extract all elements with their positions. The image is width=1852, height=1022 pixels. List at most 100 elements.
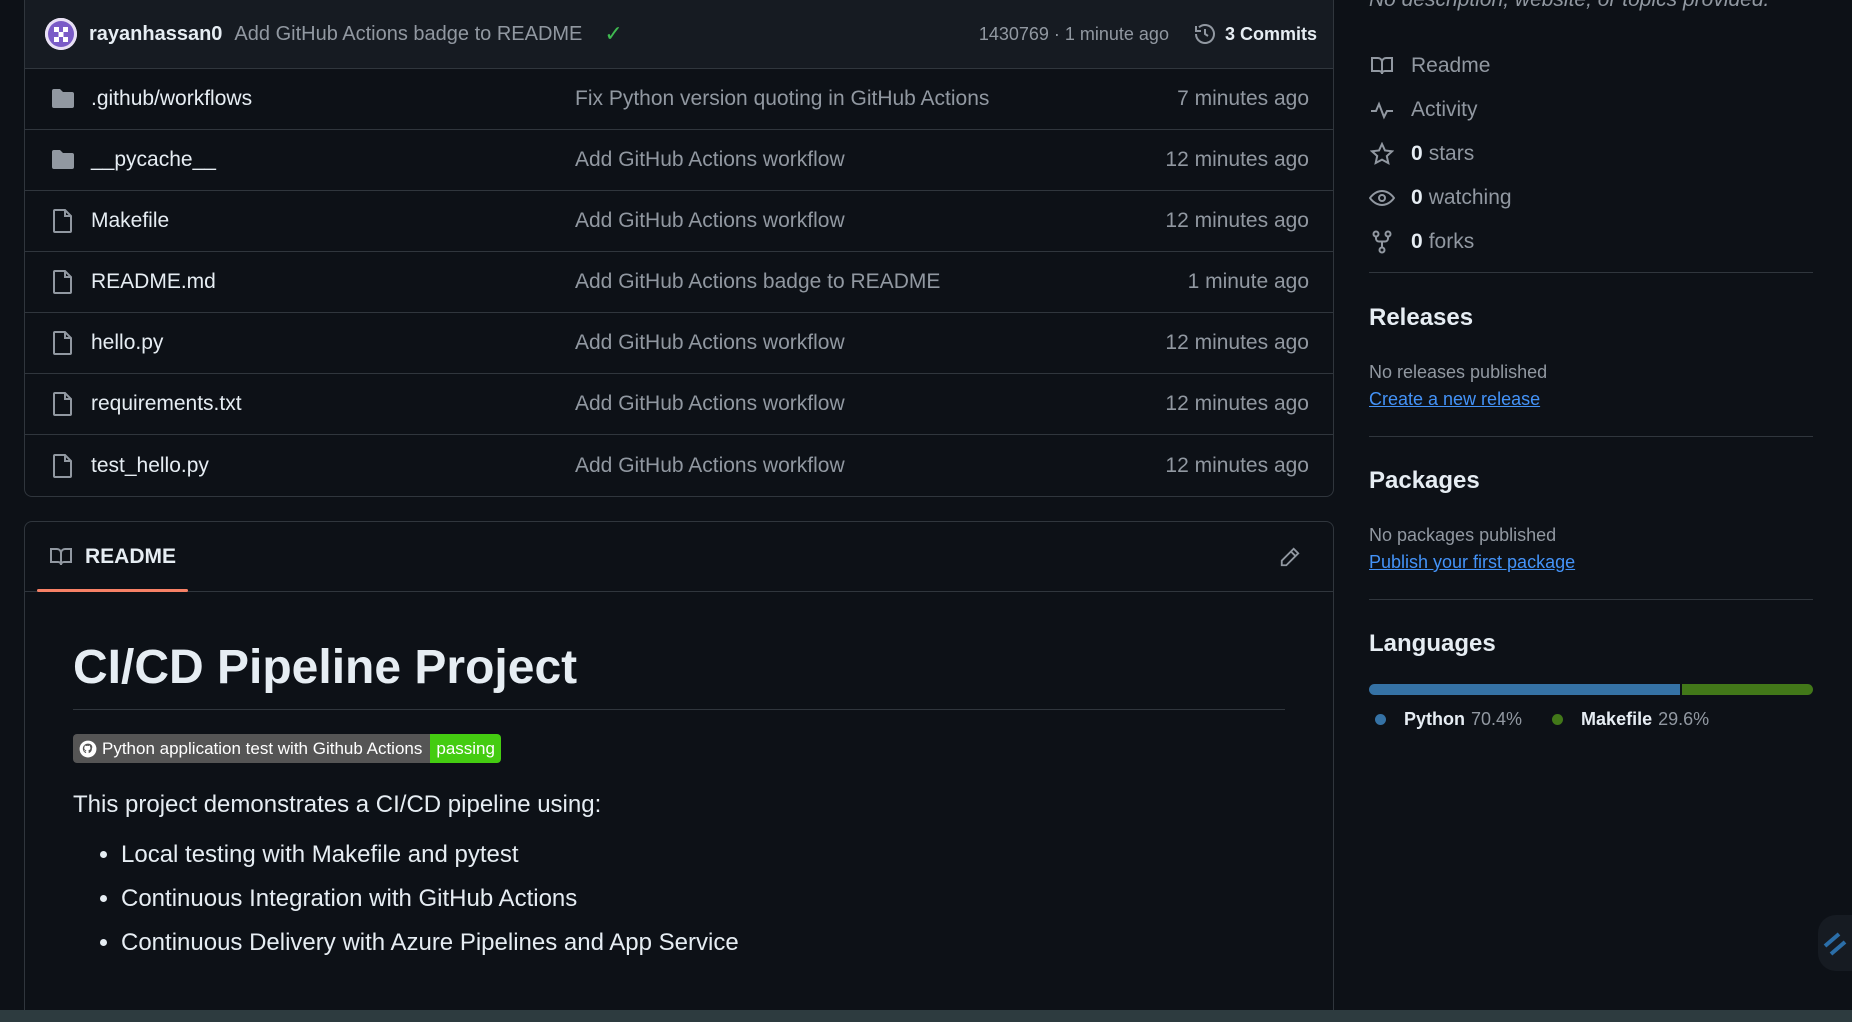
- file-browser: rayanhassan0 Add GitHub Actions badge to…: [24, 0, 1334, 497]
- file-commit-message-link[interactable]: Add GitHub Actions workflow: [575, 148, 1165, 172]
- file-icon: [49, 331, 77, 355]
- list-item: Local testing with Makefile and pytest: [121, 841, 1285, 869]
- file-commit-time: 12 minutes ago: [1165, 209, 1309, 232]
- readme-content: CI/CD Pipeline Project Python applicatio…: [25, 592, 1333, 957]
- file-commit-message-link[interactable]: Add GitHub Actions workflow: [575, 454, 1165, 478]
- badge-label: Python application test with Github Acti…: [102, 738, 423, 758]
- readme-panel: README CI/CD Pipeline Project Python app…: [24, 521, 1334, 1022]
- language-bar-segment[interactable]: [1682, 684, 1813, 695]
- publish-package-link[interactable]: Publish your first package: [1369, 552, 1575, 573]
- folder-icon: [49, 148, 77, 172]
- file-name-link[interactable]: README.md: [91, 270, 575, 294]
- releases-heading[interactable]: Releases: [1369, 304, 1473, 332]
- stripes-icon: [1823, 932, 1847, 956]
- language-dot-icon: [1375, 714, 1386, 725]
- readme-bullet-list: Local testing with Makefile and pytest C…: [73, 841, 1285, 957]
- main-column: rayanhassan0 Add GitHub Actions badge to…: [24, 0, 1334, 1022]
- pencil-icon: [1280, 546, 1300, 566]
- file-name-link[interactable]: .github/workflows: [91, 87, 575, 111]
- readme-link-label: Readme: [1411, 54, 1491, 77]
- stars-link[interactable]: 0 stars: [1369, 132, 1813, 176]
- activity-link[interactable]: Activity: [1369, 88, 1813, 132]
- packages-status: No packages published: [1369, 525, 1557, 545]
- readme-tab-label: README: [85, 544, 177, 568]
- table-row[interactable]: test_hello.py Add GitHub Actions workflow…: [25, 435, 1333, 496]
- table-row[interactable]: hello.py Add GitHub Actions workflow 12 mi…: [25, 313, 1333, 374]
- language-name: Python: [1404, 709, 1465, 729]
- commit-author-link[interactable]: rayanhassan0: [89, 23, 222, 46]
- file-commit-message-link[interactable]: Add GitHub Actions workflow: [575, 209, 1165, 233]
- file-name-link[interactable]: hello.py: [91, 331, 575, 355]
- stars-count: 0: [1411, 142, 1423, 165]
- forks-link[interactable]: 0 forks: [1369, 220, 1813, 264]
- about-links: Readme Activity 0 stars 0 watching 0 for…: [1369, 44, 1813, 264]
- file-commit-time: 12 minutes ago: [1165, 392, 1309, 415]
- languages-bar: [1369, 684, 1813, 695]
- floating-widget-button[interactable]: [1818, 915, 1852, 971]
- latest-commit-bar: rayanhassan0 Add GitHub Actions badge to…: [25, 0, 1333, 69]
- commit-hash-time[interactable]: 1430769 · 1 minute ago: [979, 24, 1169, 45]
- table-row[interactable]: requirements.txt Add GitHub Actions workf…: [25, 374, 1333, 435]
- language-entry[interactable]: Python 70.4%: [1375, 709, 1522, 730]
- language-bar-segment[interactable]: [1369, 684, 1681, 695]
- folder-icon: [49, 87, 77, 111]
- taskbar-strip: [0, 1010, 1852, 1022]
- check-icon[interactable]: ✓: [604, 21, 622, 47]
- forks-count: 0: [1411, 230, 1423, 253]
- activity-link-label: Activity: [1411, 98, 1478, 121]
- language-entry[interactable]: Makefile 29.6%: [1552, 709, 1709, 730]
- github-icon: [79, 740, 97, 757]
- workflow-status-badge[interactable]: Python application test with Github Acti…: [73, 734, 501, 763]
- file-commit-message-link[interactable]: Add GitHub Actions workflow: [575, 392, 1165, 416]
- table-row[interactable]: __pycache__ Add GitHub Actions workflow 12…: [25, 130, 1333, 191]
- file-name-link[interactable]: test_hello.py: [91, 454, 575, 478]
- table-row[interactable]: README.md Add GitHub Actions badge to REA…: [25, 252, 1333, 313]
- about-description: No description, website, or topics provi…: [1369, 0, 1769, 12]
- file-icon: [49, 392, 77, 416]
- list-item: Continuous Delivery with Azure Pipelines…: [121, 929, 1285, 957]
- packages-heading[interactable]: Packages: [1369, 467, 1480, 495]
- readme-title: CI/CD Pipeline Project: [73, 640, 1285, 710]
- commit-message-link[interactable]: Add GitHub Actions badge to README: [234, 23, 582, 46]
- star-icon: [1369, 142, 1395, 166]
- file-icon: [49, 270, 77, 294]
- file-commit-message-link[interactable]: Fix Python version quoting in GitHub Act…: [575, 87, 1177, 111]
- table-row[interactable]: .github/workflows Fix Python version quot…: [25, 69, 1333, 130]
- avatar[interactable]: [45, 18, 77, 50]
- list-item: Continuous Integration with GitHub Actio…: [121, 885, 1285, 913]
- commits-count-label: 3 Commits: [1224, 23, 1317, 44]
- table-row[interactable]: Makefile Add GitHub Actions workflow 12 mi…: [25, 191, 1333, 252]
- stars-label: stars: [1428, 142, 1475, 165]
- language-percent: 70.4%: [1471, 709, 1523, 729]
- file-name-link[interactable]: __pycache__: [91, 148, 575, 172]
- create-release-link[interactable]: Create a new release: [1369, 389, 1540, 410]
- file-commit-time: 1 minute ago: [1187, 270, 1309, 293]
- readme-link[interactable]: Readme: [1369, 44, 1813, 88]
- languages-legend: Python 70.4% Makefile 29.6%: [1375, 709, 1739, 730]
- edit-readme-button[interactable]: [1279, 546, 1301, 568]
- divider: [1369, 272, 1813, 273]
- watching-count: 0: [1411, 186, 1423, 209]
- divider: [1369, 599, 1813, 600]
- readme-header: README: [25, 522, 1333, 592]
- language-percent: 29.6%: [1658, 709, 1710, 729]
- tab-readme[interactable]: README: [36, 522, 189, 592]
- forks-label: forks: [1428, 230, 1475, 253]
- watchers-link[interactable]: 0 watching: [1369, 176, 1813, 220]
- releases-status: No releases published: [1369, 362, 1548, 382]
- languages-heading: Languages: [1369, 630, 1496, 657]
- file-commit-time: 12 minutes ago: [1165, 148, 1309, 171]
- commits-history-button[interactable]: 3 Commits: [1193, 22, 1317, 46]
- file-commit-time: 12 minutes ago: [1165, 331, 1309, 354]
- language-name: Makefile: [1581, 709, 1653, 729]
- pulse-icon: [1369, 100, 1395, 120]
- file-commit-message-link[interactable]: Add GitHub Actions badge to README: [575, 270, 1188, 294]
- badge-status: passing: [430, 734, 501, 763]
- book-icon: [1369, 56, 1395, 76]
- history-icon: [1194, 24, 1215, 44]
- file-name-link[interactable]: requirements.txt: [91, 392, 575, 416]
- file-commit-message-link[interactable]: Add GitHub Actions workflow: [575, 331, 1165, 355]
- file-name-link[interactable]: Makefile: [91, 209, 575, 233]
- file-commit-time: 7 minutes ago: [1177, 87, 1309, 110]
- fork-icon: [1369, 230, 1395, 254]
